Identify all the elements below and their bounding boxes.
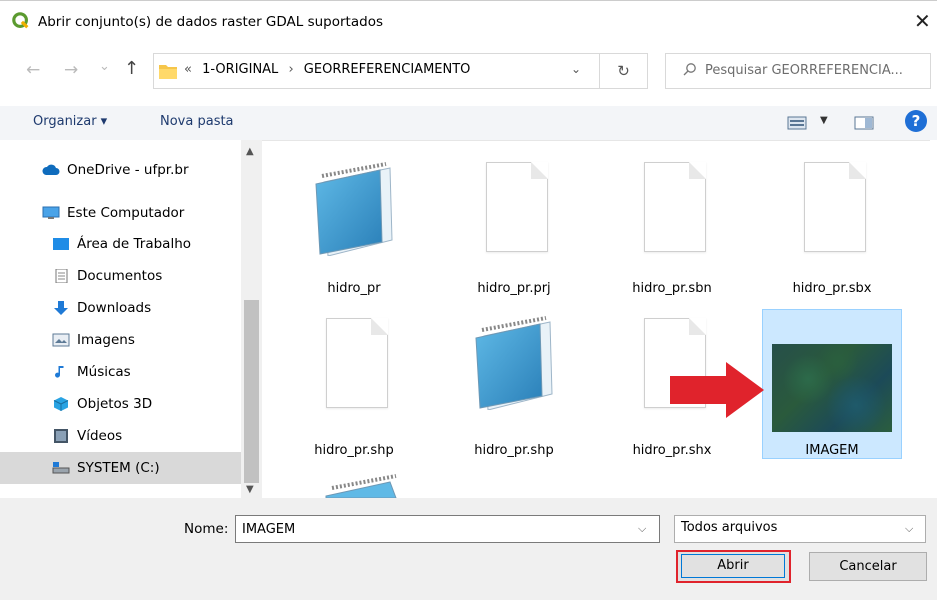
back-arrow-icon[interactable]: ←: [26, 60, 40, 80]
search-icon: [683, 63, 696, 76]
organize-menu-button[interactable]: Organizar ▾: [33, 114, 107, 129]
scroll-up-arrow-icon[interactable]: ▲: [246, 146, 254, 157]
filename-dropdown-chevron-icon[interactable]: ⌵: [638, 522, 646, 536]
blank-file-icon: [486, 162, 548, 252]
blank-file-icon: [804, 162, 866, 252]
nav-item-3d-objects[interactable]: Objetos 3D: [52, 392, 152, 416]
cube-icon: [53, 397, 69, 411]
cancel-button[interactable]: Cancelar: [809, 552, 927, 581]
open-button[interactable]: Abrir: [681, 554, 785, 578]
help-icon[interactable]: ?: [905, 110, 927, 132]
window-title: Abrir conjunto(s) de dados raster GDAL s…: [38, 14, 383, 30]
file-item[interactable]: hidro_pr.shp: [282, 310, 426, 470]
download-icon: [54, 301, 68, 315]
file-name: hidro_pr.prj: [477, 281, 551, 296]
video-icon: [54, 429, 68, 443]
scroll-down-arrow-icon[interactable]: ▼: [246, 484, 254, 495]
breadcrumb: « 1-ORIGINAL › GEORREFERENCIAMENTO: [184, 62, 476, 77]
document-icon: [55, 269, 68, 283]
music-icon: [55, 366, 64, 378]
breadcrumb-separator[interactable]: ›: [288, 62, 293, 77]
nav-item-onedrive[interactable]: OneDrive - ufpr.br: [42, 158, 189, 182]
file-item[interactable]: hidro_pr.sbn: [600, 148, 744, 308]
raster-thumbnail-icon: [772, 344, 892, 432]
content-scrollbar[interactable]: [930, 140, 937, 498]
search-placeholder: Pesquisar GEORREFERENCIA...: [705, 63, 903, 78]
dialog-footer: [0, 498, 937, 600]
new-folder-button[interactable]: Nova pasta: [160, 114, 234, 129]
file-type-chevron-icon[interactable]: ⌵: [905, 522, 913, 536]
nav-scrollbar-thumb[interactable]: [244, 300, 259, 483]
file-item[interactable]: hidro_pr: [282, 148, 426, 308]
blank-file-icon: [326, 318, 388, 408]
nav-item-images[interactable]: Imagens: [52, 328, 135, 352]
file-name: hidro_pr.shp: [314, 443, 394, 458]
file-item[interactable]: hidro_pr.shp: [442, 310, 586, 470]
forward-arrow-icon[interactable]: →: [64, 60, 78, 80]
blank-file-icon: [644, 162, 706, 252]
desktop-icon: [53, 238, 69, 250]
breadcrumb-item-georreferenciamento[interactable]: GEORREFERENCIAMENTO: [304, 62, 471, 77]
computer-icon: [42, 206, 60, 219]
filename-label: Nome:: [184, 521, 229, 537]
view-options-icon[interactable]: [786, 115, 808, 131]
nav-item-desktop[interactable]: Área de Trabalho: [52, 232, 191, 256]
recent-locations-chevron-icon[interactable]: ⌄: [99, 57, 110, 77]
nav-item-music[interactable]: Músicas: [52, 360, 131, 384]
nav-item-system-drive[interactable]: SYSTEM (C:): [52, 456, 160, 480]
drive-icon: [52, 462, 70, 474]
notepad-icon: [315, 162, 393, 256]
file-name: hidro_pr.shp: [474, 443, 554, 458]
file-item[interactable]: hidro_pr.prj: [442, 148, 586, 308]
filename-input[interactable]: [235, 515, 660, 543]
close-icon[interactable]: ✕: [914, 10, 934, 32]
notepad-icon: [325, 474, 397, 498]
preview-pane-icon[interactable]: [853, 115, 875, 131]
nav-item-videos[interactable]: Vídeos: [52, 424, 122, 448]
file-name: hidro_pr.sbx: [792, 281, 872, 296]
file-name: hidro_pr.shx: [632, 443, 712, 458]
nav-item-downloads[interactable]: Downloads: [52, 296, 151, 320]
cloud-icon: [42, 164, 60, 175]
file-item[interactable]: hidro_pr.sbx: [760, 148, 904, 308]
up-folder-icon[interactable]: ↑: [124, 58, 139, 79]
folder-icon: [159, 65, 177, 79]
address-dropdown-chevron-icon[interactable]: ⌄: [571, 62, 581, 76]
view-dropdown-icon[interactable]: ▼: [820, 115, 828, 126]
red-arrow-annotation: [670, 362, 764, 418]
refresh-button[interactable]: ↻: [600, 53, 648, 89]
qgis-logo-icon: [12, 12, 29, 29]
file-type-value: Todos arquivos: [681, 520, 778, 535]
breadcrumb-overflow[interactable]: «: [184, 62, 192, 77]
file-name: IMAGEM: [805, 443, 859, 458]
breadcrumb-item-original[interactable]: 1-ORIGINAL: [202, 62, 278, 77]
image-icon: [52, 333, 70, 347]
notepad-icon: [475, 316, 553, 410]
nav-item-documents[interactable]: Documentos: [52, 264, 162, 288]
file-name: hidro_pr.sbn: [632, 281, 712, 296]
nav-item-this-pc[interactable]: Este Computador: [42, 201, 184, 225]
file-name: hidro_pr: [327, 281, 381, 296]
